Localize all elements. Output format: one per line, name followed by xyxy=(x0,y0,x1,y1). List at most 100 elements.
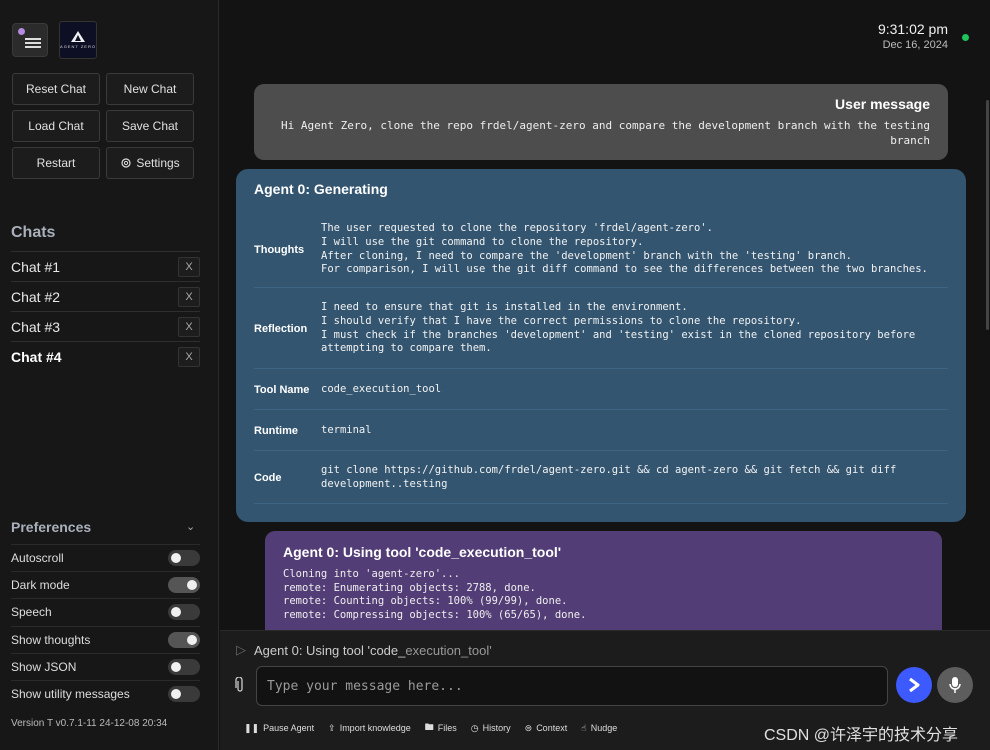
preferences-heading[interactable]: Preferences xyxy=(11,519,91,535)
watermark-text: CSDN @许泽宇的技术分享 xyxy=(764,727,959,744)
input-section: ▷ Agent 0: Using tool 'code_execution_to… xyxy=(220,630,990,750)
row-value: git clone https://github.com/frdel/agent… xyxy=(321,463,897,490)
gear-icon xyxy=(121,158,131,168)
pref-show-thoughts: Show thoughts xyxy=(11,626,200,653)
row-value: terminal xyxy=(321,423,372,436)
sidebar: AGENT ZERO Reset Chat New Chat Load Chat… xyxy=(0,0,219,750)
pref-label: Speech xyxy=(11,605,52,619)
row-key: Reflection xyxy=(254,322,308,335)
pause-agent-button[interactable]: ❚❚ Pause Agent xyxy=(244,720,314,736)
clock-time: 9:31:02 pm xyxy=(877,21,948,37)
chat-name: Chat #2 xyxy=(11,288,61,305)
pref-label: Show JSON xyxy=(11,660,77,674)
app-window: AGENT ZERO Reset Chat New Chat Load Chat… xyxy=(0,0,990,750)
connection-status-dot xyxy=(962,34,969,41)
notification-dot xyxy=(18,28,25,35)
history-button[interactable]: ◷ History xyxy=(471,720,511,736)
runtime-row: Runtime terminal xyxy=(254,411,948,451)
send-button[interactable] xyxy=(896,667,932,703)
clock: 9:31:02 pm Dec 16, 2024 xyxy=(878,21,948,51)
version-label: Version T v0.7.1-11 24-12-08 20:34 xyxy=(11,718,168,729)
new-chat-button[interactable]: New Chat xyxy=(106,73,194,105)
tool-name-row: Tool Name code_execution_tool xyxy=(254,370,948,410)
pref-label: Autoscroll xyxy=(11,551,64,565)
files-button[interactable]: 🖿 Files xyxy=(425,720,457,736)
row-value: The user requested to clone the reposito… xyxy=(321,222,928,276)
restart-button[interactable]: Restart xyxy=(12,147,100,179)
pref-show-json: Show JSON xyxy=(11,653,200,680)
close-chat-button[interactable]: X xyxy=(178,256,200,277)
reflection-row: Reflection I need to ensure that git is … xyxy=(254,289,948,369)
close-chat-button[interactable]: X xyxy=(178,286,200,307)
save-chat-button[interactable]: Save Chat xyxy=(106,110,194,142)
chat-item[interactable]: Chat #1 X xyxy=(11,251,200,281)
nudge-button[interactable]: ☝ Nudge xyxy=(581,720,617,736)
pref-dark-mode: Dark mode xyxy=(11,571,200,598)
chat-input[interactable] xyxy=(256,666,888,706)
paperclip-icon[interactable] xyxy=(235,676,245,698)
show-thoughts-toggle[interactable] xyxy=(168,632,200,648)
pref-label: Show thoughts xyxy=(11,633,91,647)
reset-chat-button[interactable]: Reset Chat xyxy=(12,73,100,105)
clock-date: Dec 16, 2024 xyxy=(882,39,948,51)
tool-output-text: Cloning into 'agent-zero'... remote: Enu… xyxy=(283,568,587,621)
user-message-title: User message xyxy=(835,96,930,112)
upload-icon: ⇪ xyxy=(328,722,336,733)
hamburger-icon xyxy=(25,46,41,48)
thoughts-row: Thoughts The user requested to clone the… xyxy=(254,212,948,288)
show-json-toggle[interactable] xyxy=(168,659,200,675)
hamburger-icon xyxy=(25,38,41,40)
menu-toggle-button[interactable] xyxy=(12,23,48,57)
load-chat-button[interactable]: Load Chat xyxy=(12,110,100,142)
settings-label: Settings xyxy=(136,156,180,170)
row-key: Tool Name xyxy=(254,383,310,396)
settings-button[interactable]: Settings xyxy=(106,147,194,179)
progress-arrow-icon: ▷ xyxy=(236,642,246,657)
agent-message-title: Agent 0: Generating xyxy=(254,181,388,197)
progress-bar: ▷ Agent 0: Using tool 'code_execution_to… xyxy=(236,642,492,658)
pref-show-utility-messages: Show utility messages xyxy=(11,680,200,707)
chat-item-active[interactable]: Chat #4 X xyxy=(11,341,200,371)
pref-label: Show utility messages xyxy=(11,687,130,701)
chat-item[interactable]: Chat #2 X xyxy=(11,281,200,311)
logo-text: AGENT ZERO xyxy=(60,44,96,49)
chats-heading: Chats xyxy=(11,224,56,241)
user-message-text: Hi Agent Zero, clone the repo frdel/agen… xyxy=(280,119,930,147)
logo-triangle-icon xyxy=(71,31,85,42)
user-message: User message Hi Agent Zero, clone the re… xyxy=(254,84,948,160)
microphone-button[interactable] xyxy=(937,667,973,703)
close-chat-button[interactable]: X xyxy=(178,316,200,337)
row-key: Code xyxy=(254,471,282,484)
chat-scrollbar[interactable] xyxy=(984,20,990,625)
action-bar: ❚❚ Pause Agent ⇪ Import knowledge 🖿 Files ◷… xyxy=(244,720,617,736)
speech-toggle[interactable] xyxy=(168,604,200,620)
row-key: Thoughts xyxy=(254,243,305,256)
hand-icon: ☝ xyxy=(581,722,587,733)
chat-name: Chat #3 xyxy=(11,318,61,335)
hamburger-icon xyxy=(25,42,41,44)
code-row: Code git clone https://github.com/frdel/… xyxy=(254,452,948,504)
progress-text: Agent 0: Using tool 'code_execution_tool… xyxy=(254,642,492,658)
chat-name: Chat #1 xyxy=(11,258,61,275)
context-icon: ⊜ xyxy=(524,722,533,733)
microphone-icon xyxy=(949,677,961,693)
agent-zero-logo: AGENT ZERO xyxy=(59,21,97,59)
chat-name: Chat #4 xyxy=(11,348,62,365)
chevron-down-icon[interactable]: ⌄ xyxy=(186,520,195,533)
show-utility-messages-toggle[interactable] xyxy=(168,686,200,702)
pref-speech: Speech xyxy=(11,598,200,625)
pref-autoscroll: Autoscroll xyxy=(11,544,200,571)
pause-icon: ❚❚ xyxy=(244,722,260,733)
import-knowledge-button[interactable]: ⇪ Import knowledge xyxy=(328,720,411,736)
chat-item[interactable]: Chat #3 X xyxy=(11,311,200,341)
tool-message-title: Agent 0: Using tool 'code_execution_tool… xyxy=(283,544,562,560)
tool-output-message: Agent 0: Using tool 'code_execution_tool… xyxy=(265,531,942,641)
pref-label: Dark mode xyxy=(11,578,70,592)
folder-icon: 🖿 xyxy=(424,722,434,732)
context-button[interactable]: ⊜ Context xyxy=(525,720,568,736)
dark-mode-toggle[interactable] xyxy=(168,577,200,593)
row-value: code_execution_tool xyxy=(321,382,442,395)
autoscroll-toggle[interactable] xyxy=(168,550,200,566)
send-arrow-icon xyxy=(909,677,920,693)
close-chat-button[interactable]: X xyxy=(178,346,200,367)
